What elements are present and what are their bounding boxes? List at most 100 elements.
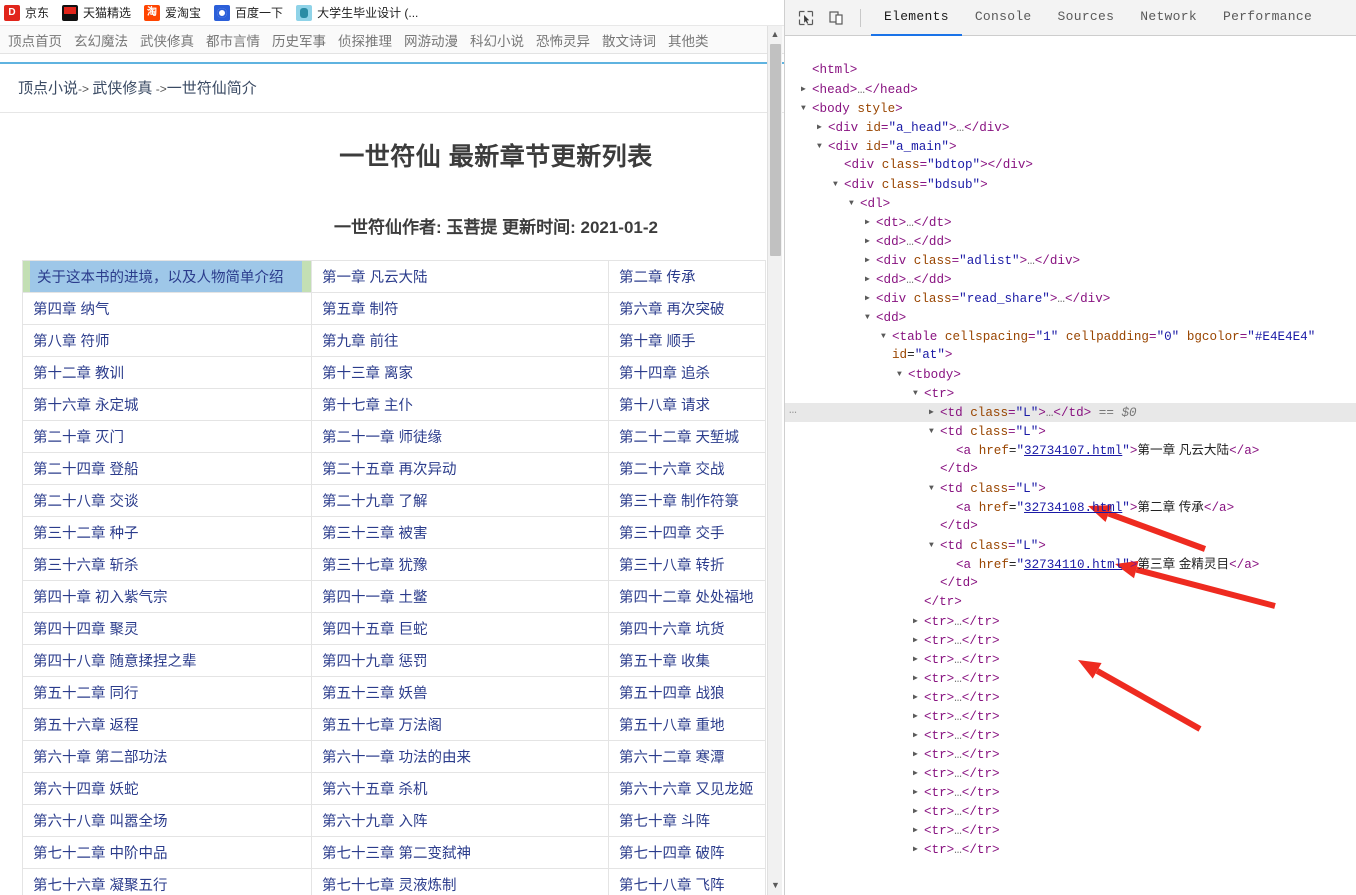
chapter-cell[interactable]: 第四十九章 惩罚 — [312, 645, 608, 676]
chapter-cell[interactable]: 第十章 顺手 — [609, 325, 765, 356]
chapter-link[interactable]: 第十三章 离家 — [322, 366, 413, 382]
chapter-cell[interactable]: 第八章 符师 — [23, 325, 311, 356]
dom-tr-collapsed-1[interactable]: <tr>…</tr> — [785, 631, 1356, 650]
dom-dd[interactable]: <dd>…</dd> — [785, 270, 1356, 289]
chapter-link[interactable]: 第七十二章 中阶中品 — [33, 846, 168, 862]
chapter-link[interactable]: 第六十六章 又见龙姬 — [619, 782, 754, 798]
chapter-cell[interactable]: 第三十章 制作符箓 — [609, 485, 765, 516]
chapter-link[interactable]: 第三十三章 被害 — [322, 526, 428, 542]
category-link-9[interactable]: 散文诗词 — [596, 30, 662, 50]
chapter-link[interactable]: 第四十九章 惩罚 — [322, 654, 428, 670]
inspected-cell[interactable]: 关于这本书的进境，以及人物简单介绍 — [23, 261, 311, 292]
page-scrollbar[interactable]: ▲ ▼ — [767, 26, 782, 895]
chapter-cell[interactable]: 第五十八章 重地 — [609, 709, 765, 740]
dom-body[interactable]: <body style> — [785, 99, 1356, 118]
chapter-link[interactable]: 第六十四章 妖蛇 — [33, 782, 139, 798]
bookmark-tmall[interactable]: 天猫精选 — [58, 2, 140, 24]
chapter-cell[interactable]: 第五十四章 战狼 — [609, 677, 765, 708]
category-link-10[interactable]: 其他类 — [662, 30, 715, 50]
tab-elements[interactable]: Elements — [871, 0, 962, 36]
dom-div-bdsub[interactable]: <div class="bdsub"> — [785, 175, 1356, 194]
chapter-link[interactable]: 第二十六章 交战 — [619, 462, 725, 478]
tab-sources[interactable]: Sources — [1045, 0, 1128, 36]
chapter-link[interactable]: 第二十五章 再次异动 — [322, 462, 457, 478]
chapter-link[interactable]: 第二十一章 师徒缘 — [322, 430, 442, 446]
dom-tr-collapsed-6[interactable]: <tr>…</tr> — [785, 726, 1356, 745]
chapter-cell[interactable]: 第七十六章 凝聚五行 — [23, 869, 311, 895]
chapter-cell[interactable]: 第十六章 永定城 — [23, 389, 311, 420]
chapter-cell[interactable]: 第三十三章 被害 — [312, 517, 608, 548]
chapter-cell[interactable]: 第二十八章 交谈 — [23, 485, 311, 516]
chapter-link[interactable]: 第七十四章 破阵 — [619, 846, 725, 862]
dom-doctype[interactable] — [785, 42, 1356, 61]
chapter-cell[interactable]: 第二十一章 师徒缘 — [312, 421, 608, 452]
chapter-link[interactable]: 第六十一章 功法的由来 — [322, 750, 471, 766]
chapter-cell[interactable]: 第七十四章 破阵 — [609, 837, 765, 868]
breadcrumb-category[interactable]: 武侠修真 — [92, 80, 152, 97]
chapter-cell[interactable]: 第十二章 教训 — [23, 357, 311, 388]
tab-network[interactable]: Network — [1127, 0, 1210, 36]
chapter-link[interactable]: 第七十章 斗阵 — [619, 814, 710, 830]
chapter-cell[interactable]: 第三十七章 犹豫 — [312, 549, 608, 580]
category-link-1[interactable]: 玄幻魔法 — [68, 30, 134, 50]
dom-td-close-2[interactable]: </td> — [785, 574, 1356, 593]
chapter-cell[interactable]: 第九章 前往 — [312, 325, 608, 356]
dom-dt[interactable]: <dt>…</dt> — [785, 213, 1356, 232]
dom-table-cont[interactable]: id="at"> — [785, 346, 1356, 365]
chapter-cell[interactable]: 第三十二章 种子 — [23, 517, 311, 548]
chapter-link[interactable]: 第五十章 收集 — [619, 654, 710, 670]
dom-dl[interactable]: <dl> — [785, 194, 1356, 213]
chapter-cell[interactable]: 第六十四章 妖蛇 — [23, 773, 311, 804]
chapter-link[interactable]: 第二章 传承 — [619, 270, 696, 286]
chapter-cell[interactable]: 第四十四章 聚灵 — [23, 613, 311, 644]
chapter-link[interactable]: 第十六章 永定城 — [33, 398, 139, 414]
dom-dd[interactable]: <dd>…</dd> — [785, 232, 1356, 251]
chapter-cell[interactable]: 第三十八章 转折 — [609, 549, 765, 580]
chapter-cell[interactable]: 第七十章 斗阵 — [609, 805, 765, 836]
chapter-link[interactable]: 第五十六章 返程 — [33, 718, 139, 734]
category-link-5[interactable]: 侦探推理 — [332, 30, 398, 50]
chapter-link[interactable]: 第十八章 请求 — [619, 398, 710, 414]
bookmark-taobao[interactable]: 淘 爱淘宝 — [140, 2, 210, 24]
dom-tr-collapsed-8[interactable]: <tr>…</tr> — [785, 764, 1356, 783]
chapter-link[interactable]: 第五章 制符 — [322, 302, 399, 318]
breadcrumb-site[interactable]: 顶点小说 — [18, 80, 78, 97]
chapter-cell[interactable]: 第六十二章 寒潭 — [609, 741, 765, 772]
dom-head[interactable]: <head>…</head> — [785, 80, 1356, 99]
chapter-link[interactable]: 第四十八章 随意揉捏之辈 — [33, 654, 197, 670]
chapter-cell[interactable]: 第四十六章 坑货 — [609, 613, 765, 644]
chapter-link[interactable]: 第七十三章 第二变弑神 — [322, 846, 471, 862]
chapter-link[interactable]: 第八章 符师 — [33, 334, 110, 350]
chapter-cell[interactable]: 第五十三章 妖兽 — [312, 677, 608, 708]
chapter-cell[interactable]: 第十七章 主仆 — [312, 389, 608, 420]
chapter-cell[interactable]: 第四章 纳气 — [23, 293, 311, 324]
chapter-cell[interactable]: 第七十七章 灵液炼制 — [312, 869, 608, 895]
chapter-link[interactable]: 第六十五章 杀机 — [322, 782, 428, 798]
chapter-cell[interactable]: 第四十八章 随意揉捏之辈 — [23, 645, 311, 676]
chapter-link[interactable]: 第六十二章 寒潭 — [619, 750, 725, 766]
chapter-link[interactable]: 第六十章 第二部功法 — [33, 750, 168, 766]
scroll-thumb[interactable] — [770, 44, 781, 256]
chapter-link[interactable]: 第七十七章 灵液炼制 — [322, 878, 457, 894]
chapter-link[interactable]: 第三十七章 犹豫 — [322, 558, 428, 574]
dom-div-a-main[interactable]: <div id="a_main"> — [785, 137, 1356, 156]
chapter-cell[interactable]: 第二十六章 交战 — [609, 453, 765, 484]
chapter-link[interactable]: 第二十九章 了解 — [322, 494, 428, 510]
dom-div-adlist[interactable]: <div class="adlist">…</div> — [785, 251, 1356, 270]
chapter-link[interactable]: 第十二章 教训 — [33, 366, 124, 382]
chapter-cell[interactable]: 第六十一章 功法的由来 — [312, 741, 608, 772]
chapter-cell[interactable]: 第七十三章 第二变弑神 — [312, 837, 608, 868]
dom-tr-close[interactable]: </tr> — [785, 593, 1356, 612]
chapter-link[interactable]: 第四章 纳气 — [33, 302, 110, 318]
dom-div-read-share[interactable]: <div class="read_share">…</div> — [785, 289, 1356, 308]
chapter-cell[interactable]: 第五章 制符 — [312, 293, 608, 324]
chapter-link[interactable]: 第四十章 初入紫气宗 — [33, 590, 168, 606]
tab-console[interactable]: Console — [962, 0, 1045, 36]
chapter-cell[interactable]: 第一章 凡云大陆 — [312, 261, 608, 292]
chapter-link[interactable]: 第二十八章 交谈 — [33, 494, 139, 510]
chapter-link[interactable]: 第五十七章 万法阁 — [322, 718, 442, 734]
chapter-link[interactable]: 第三十二章 种子 — [33, 526, 139, 542]
dom-td-open-2[interactable]: <td class="L"> — [785, 536, 1356, 555]
dom-tr-collapsed-5[interactable]: <tr>…</tr> — [785, 707, 1356, 726]
scroll-down-arrow[interactable]: ▼ — [768, 877, 783, 893]
